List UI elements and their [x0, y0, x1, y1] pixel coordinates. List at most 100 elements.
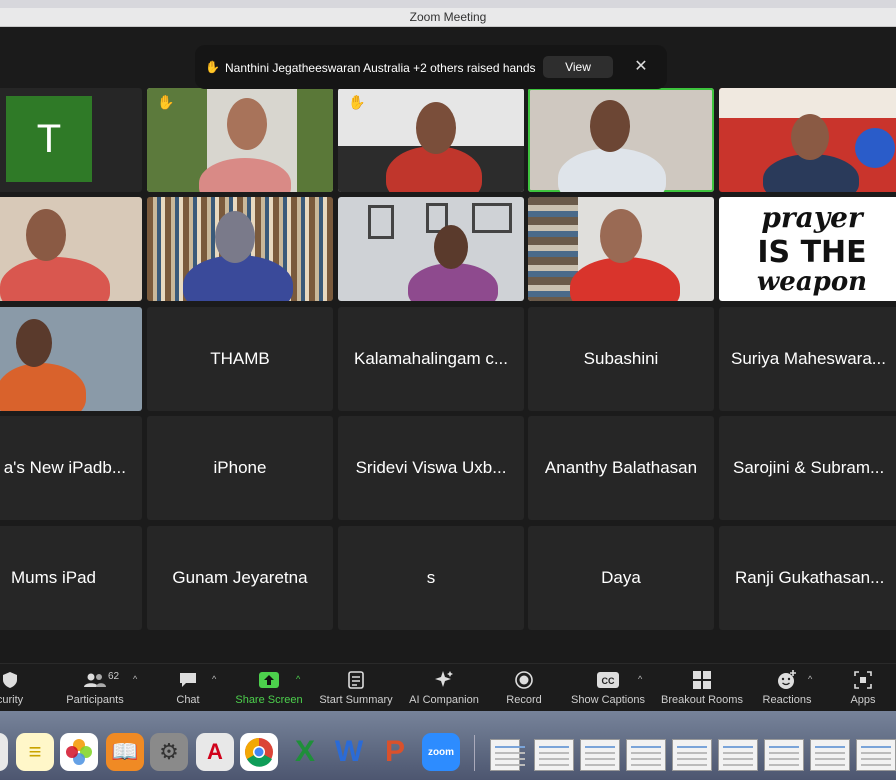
macos-dock: ≡ 📖 ⚙ A X W P zoom	[0, 711, 896, 780]
participant-tile-video[interactable]	[528, 197, 714, 301]
document-thumbnail[interactable]	[718, 739, 758, 771]
chat-icon	[166, 670, 210, 690]
security-label: curity	[0, 694, 24, 706]
photos-icon[interactable]	[60, 733, 98, 771]
participant-tile-video[interactable]	[338, 197, 524, 301]
security-button[interactable]: curity	[0, 664, 40, 712]
person-body	[570, 257, 680, 301]
participant-tile-video[interactable]	[0, 197, 142, 301]
start-summary-label: Start Summary	[319, 694, 393, 706]
raised-hands-message: Nanthini Jegatheeswaran Australia +2 oth…	[225, 61, 536, 75]
participant-tile[interactable]: iPhone	[147, 416, 333, 520]
show-captions-label: Show Captions	[571, 694, 645, 706]
participant-name: Suriya Maheswara...	[731, 349, 886, 368]
settings-gear-icon[interactable]: ⚙	[150, 733, 188, 771]
excel-icon[interactable]: X	[286, 733, 324, 771]
participant-name: Gunam Jeyaretna	[172, 568, 308, 587]
participants-label: Participants	[66, 694, 124, 706]
word-icon[interactable]: W	[330, 733, 368, 771]
notes-icon[interactable]: ≡	[16, 733, 54, 771]
share-screen-label: Share Screen	[235, 694, 303, 706]
participants-count: 62	[108, 671, 120, 682]
breakout-rooms-button[interactable]: Breakout Rooms	[656, 664, 748, 712]
document-thumbnail[interactable]	[764, 739, 804, 771]
dock-divider	[474, 735, 475, 771]
apps-button[interactable]: Apps	[840, 664, 886, 712]
document-thumbnail[interactable]	[626, 739, 666, 771]
document-thumbnail[interactable]	[856, 739, 896, 771]
document-thumbnail[interactable]	[580, 739, 620, 771]
participant-tile-video[interactable]: ✋	[338, 88, 524, 192]
participant-tile-video[interactable]	[719, 88, 896, 192]
ai-companion-button[interactable]: AI Companion	[404, 664, 484, 712]
participant-tile[interactable]: Sridevi Viswa Uxb...	[338, 416, 524, 520]
document-thumbnail[interactable]	[490, 739, 525, 771]
participant-name: Sarojini & Subram...	[733, 458, 885, 477]
close-icon[interactable]: ✕	[631, 56, 651, 78]
apps-label: Apps	[850, 694, 876, 706]
summary-icon	[314, 670, 398, 690]
participant-name: iPhone	[213, 458, 267, 477]
globe-image	[855, 128, 895, 168]
participant-tile-active-speaker[interactable]	[528, 88, 714, 192]
participant-name: Mums iPad	[10, 568, 96, 587]
chat-button[interactable]: Chat	[166, 664, 210, 712]
view-raised-hands-button[interactable]: View	[543, 56, 613, 78]
chevron-up-icon[interactable]: ^	[808, 674, 812, 684]
document-thumbnail[interactable]	[672, 739, 712, 771]
participant-tile[interactable]: Sarojini & Subram...	[719, 416, 896, 520]
participant-tile[interactable]: Gunam Jeyaretna	[147, 526, 333, 630]
powerpoint-icon[interactable]: P	[376, 733, 414, 771]
raised-hand-icon: ✋	[348, 94, 366, 110]
participant-name: Sridevi Viswa Uxb...	[355, 458, 507, 477]
participant-tile[interactable]: a's New iPadb...	[0, 416, 142, 520]
record-button[interactable]: Record	[498, 664, 550, 712]
participant-tile-poster[interactable]: prayer IS THE weapon	[719, 197, 896, 301]
svg-text:CC: CC	[602, 676, 615, 686]
chevron-up-icon[interactable]: ^	[133, 674, 137, 684]
participant-name: Ranji Gukathasan...	[735, 568, 885, 587]
acrobat-icon[interactable]: A	[196, 733, 234, 771]
record-icon	[498, 670, 550, 690]
chevron-up-icon[interactable]: ^	[212, 674, 216, 684]
participant-tile[interactable]: Mums iPad	[0, 526, 142, 630]
participant-tile[interactable]: Daya	[528, 526, 714, 630]
participant-tile[interactable]: Ananthy Balathasan	[528, 416, 714, 520]
participant-tile-video[interactable]	[147, 197, 333, 301]
participants-button[interactable]: 62 Participants	[60, 664, 130, 712]
participant-tile[interactable]: Ranji Gukathasan...	[719, 526, 896, 630]
show-captions-button[interactable]: CC Show Captions	[566, 664, 650, 712]
participant-tile[interactable]: Kalamahalingam c...	[338, 307, 524, 411]
document-thumbnail[interactable]	[810, 739, 850, 771]
chevron-up-icon[interactable]: ^	[296, 674, 300, 684]
person-head	[600, 209, 642, 263]
reactions-button[interactable]: Reactions	[756, 664, 818, 712]
apps-icon	[840, 670, 886, 690]
participant-tile-video[interactable]: ✋	[147, 88, 333, 192]
participant-tile[interactable]: Suriya Maheswara...	[719, 307, 896, 411]
participant-tile-avatar[interactable]: T	[0, 88, 142, 192]
books-icon[interactable]: 📖	[106, 733, 144, 771]
person-head	[227, 98, 267, 150]
dock-app-icon[interactable]	[0, 733, 8, 771]
person-head	[26, 209, 66, 261]
plant-background	[297, 88, 333, 192]
participant-name: Kalamahalingam c...	[353, 349, 509, 368]
avatar: T	[6, 96, 92, 182]
start-summary-button[interactable]: Start Summary	[314, 664, 398, 712]
chevron-up-icon[interactable]: ^	[638, 674, 642, 684]
macos-menubar	[0, 0, 896, 8]
breakout-rooms-label: Breakout Rooms	[661, 694, 743, 706]
document-thumbnail[interactable]	[534, 739, 574, 771]
participant-tile[interactable]: THAMB	[147, 307, 333, 411]
share-screen-button[interactable]: Share Screen	[232, 664, 306, 712]
participant-tile-video[interactable]	[0, 307, 142, 411]
participant-tile[interactable]: Subashini	[528, 307, 714, 411]
zoom-app-icon[interactable]: zoom	[422, 733, 460, 771]
person-head	[215, 211, 255, 263]
participant-tile[interactable]: s	[338, 526, 524, 630]
person-body	[199, 158, 291, 192]
person-body	[558, 148, 666, 192]
chrome-icon[interactable]	[240, 733, 278, 771]
ai-companion-label: AI Companion	[409, 694, 479, 706]
